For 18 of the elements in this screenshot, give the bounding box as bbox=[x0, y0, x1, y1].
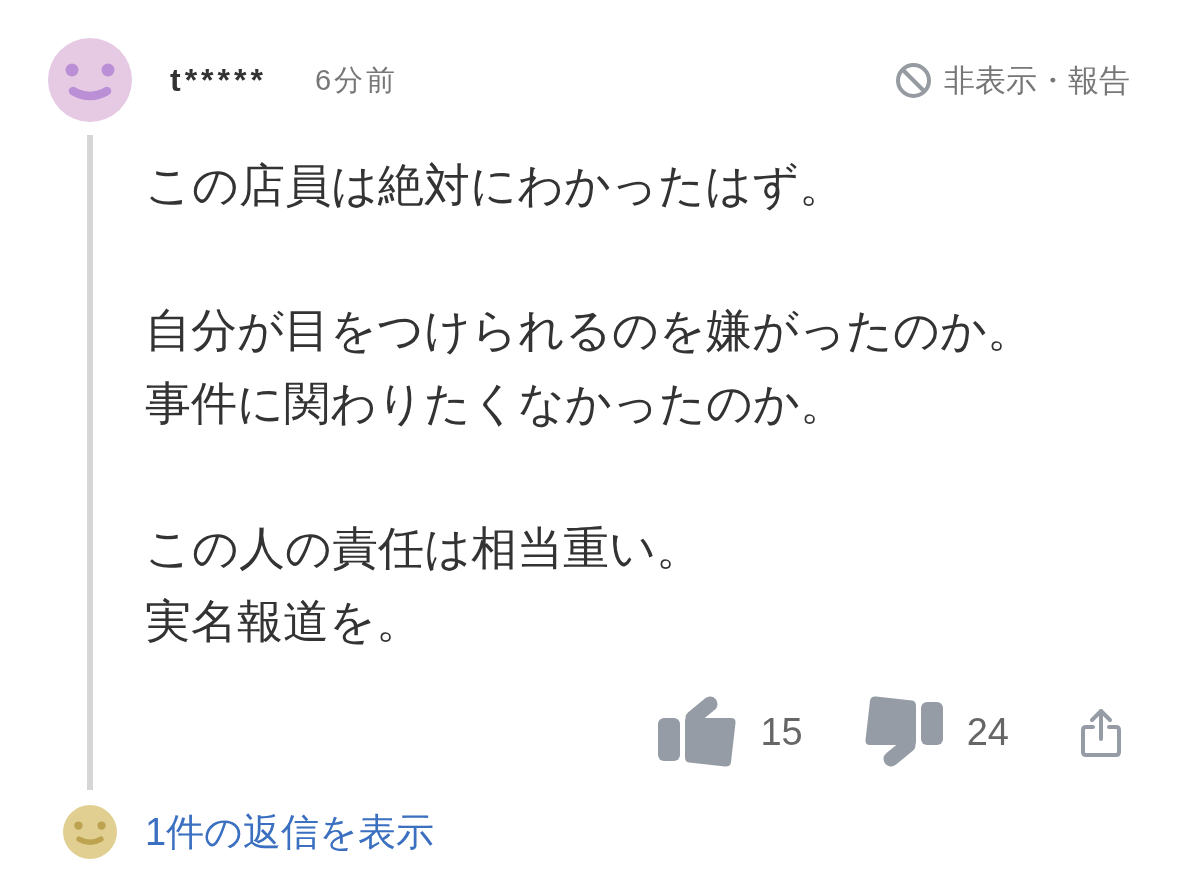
comment-line: この店員は絶対にわかったはず。 bbox=[145, 158, 845, 213]
post-time: 6分前 bbox=[314, 65, 399, 95]
reply-avatar-icon bbox=[63, 805, 117, 859]
comment-line: 実名報道を。 bbox=[145, 594, 422, 649]
like-button[interactable]: 15 bbox=[658, 696, 803, 767]
comment-line: 事件に関わりたくなかったのか。 bbox=[145, 376, 846, 431]
comment-line: この人の責任は相当重い。 bbox=[145, 521, 702, 576]
username: t***** bbox=[170, 64, 267, 96]
prohibited-icon bbox=[896, 62, 931, 98]
dislike-button[interactable]: 24 bbox=[864, 696, 1009, 767]
share-button[interactable] bbox=[1081, 706, 1121, 757]
hide-report-button[interactable]: 非表示・報告 bbox=[896, 62, 1130, 98]
thumbs-down-icon bbox=[864, 696, 943, 767]
show-replies-link[interactable]: 1件の返信を表示 bbox=[145, 813, 435, 851]
share-icon bbox=[1081, 706, 1121, 757]
thumbs-up-icon bbox=[658, 696, 737, 767]
comment-line: 自分が目をつけられるのを嫌がったのか。 bbox=[145, 303, 1033, 358]
avatar-icon bbox=[48, 38, 132, 122]
